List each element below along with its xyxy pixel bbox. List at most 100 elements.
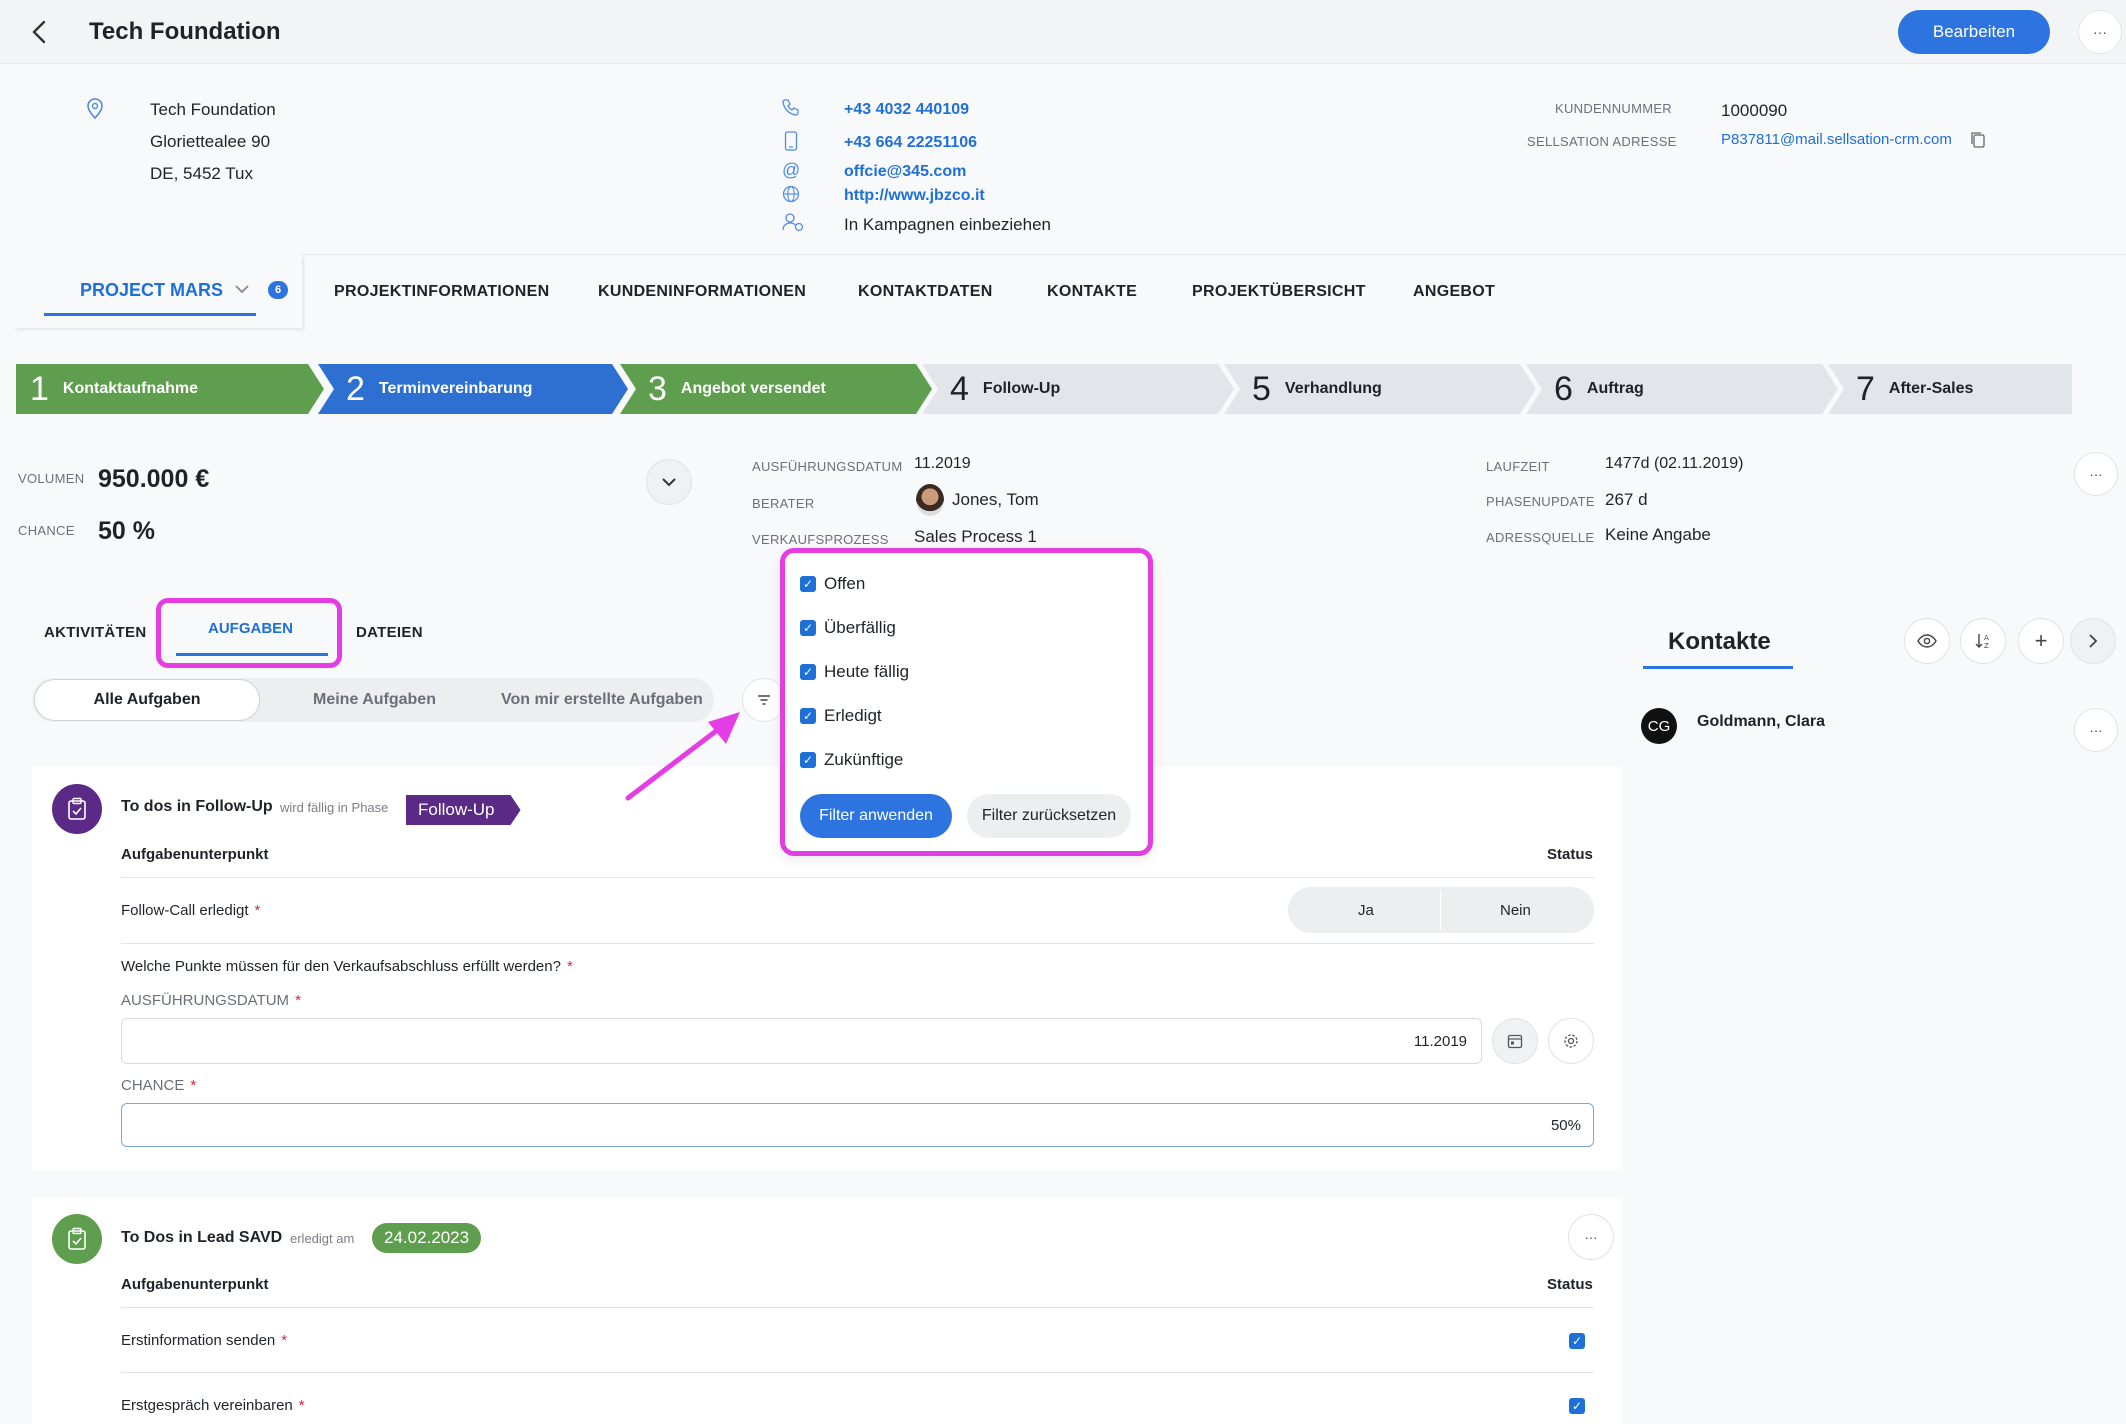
tab-projektuebersicht[interactable]: PROJEKTÜBERSICHT (1192, 283, 1366, 301)
address-line-1: Tech Foundation (150, 100, 276, 119)
sales-process-label: VERKAUFSPROZESS (752, 532, 889, 547)
globe-icon (782, 185, 800, 208)
tab-kontakte[interactable]: KONTAKTE (1047, 283, 1137, 301)
top-bar (0, 0, 2126, 64)
volume-value: 950.000 € (98, 465, 210, 493)
customer-number: 1000090 (1721, 101, 1788, 120)
stage-6[interactable]: 6 Auftrag (1526, 364, 1838, 414)
svg-text:A: A (1984, 634, 1989, 642)
stage-5[interactable]: 5 Verhandlung (1224, 364, 1536, 414)
stage-2-label: Terminvereinbarung (378, 380, 533, 397)
stage-6-label: Auftrag (1586, 380, 1644, 397)
chance-input-value: 50% (1550, 1117, 1581, 1134)
yes-no-toggle (1288, 887, 1594, 933)
subitem-row-2-text: Erstgespräch vereinbaren (121, 1397, 293, 1414)
stage-7[interactable]: 7 After-Sales (1828, 364, 2072, 414)
stage-2-number: 2 (346, 370, 365, 408)
more-button[interactable]: ··· (2078, 10, 2122, 54)
stage-2[interactable]: 2 Terminvereinbarung (318, 364, 628, 414)
campaign-user-icon (782, 212, 804, 237)
stage-4-label: Follow-Up (982, 380, 1061, 397)
chevron-right-icon (2089, 634, 2098, 648)
filter-ueberfaellig-label: Überfällig (824, 618, 896, 637)
tab-project-mars[interactable]: PROJECT MARS (44, 278, 256, 316)
stage-3-label: Angebot versendet (680, 380, 826, 397)
filter-ueberfaellig-checkbox[interactable]: ✓ (800, 620, 816, 636)
contact-more-button[interactable]: ··· (2074, 708, 2118, 752)
chance-field-label: CHANCE * (121, 1077, 197, 1094)
filter-heute-checkbox[interactable]: ✓ (800, 664, 816, 680)
email-link[interactable]: offcie@345.com (844, 163, 966, 181)
stage-7-number: 7 (1856, 370, 1875, 408)
svg-text:Z: Z (1984, 642, 1989, 650)
subitem-row-1-checkbox[interactable]: ✓ (1569, 1333, 1585, 1349)
edit-button[interactable]: Bearbeiten (1898, 10, 2050, 54)
stage-1[interactable]: 1 Kontaktaufnahme (16, 364, 324, 414)
filter-offen-label: Offen (824, 574, 866, 593)
tab-projektinformationen[interactable]: PROJEKTINFORMATIONEN (334, 283, 549, 301)
filter-erledigt-checkbox[interactable]: ✓ (800, 708, 816, 724)
website-link[interactable]: http://www.jbzco.it (844, 187, 985, 205)
view-button[interactable] (1904, 618, 1950, 664)
settings-button[interactable] (1548, 1018, 1594, 1064)
stage-4-number: 4 (950, 370, 969, 408)
task2-more-button[interactable]: ··· (1568, 1214, 1614, 1260)
chance-input[interactable]: 50% (121, 1103, 1594, 1147)
calendar-button[interactable] (1492, 1018, 1538, 1064)
segment-my-tasks[interactable]: Meine Aufgaben (313, 691, 436, 709)
stage-3[interactable]: 3 Angebot versendet (620, 364, 932, 414)
back-icon[interactable] (28, 18, 52, 46)
sort-button[interactable]: AZ (1960, 618, 2006, 664)
avatar (916, 484, 944, 516)
copy-icon[interactable] (1970, 131, 1986, 154)
segment-created-tasks[interactable]: Von mir erstellte Aufgaben (501, 691, 703, 709)
filter-offen-checkbox[interactable]: ✓ (800, 576, 816, 592)
clipboard-check-icon (68, 797, 86, 820)
summary-more-button[interactable]: ··· (2074, 452, 2118, 496)
filter-apply-button[interactable]: Filter anwenden (800, 794, 952, 838)
no-button[interactable]: Nein (1500, 902, 1531, 919)
filter-option-ueberfaellig[interactable]: ✓ Überfällig (800, 618, 896, 638)
task2-done-text: erledigt am (290, 1231, 355, 1246)
runtime-value: 1477d (02.11.2019) (1605, 455, 1744, 472)
campaign-text: In Kampagnen einbeziehen (844, 215, 1051, 234)
filter-option-zukuenftige[interactable]: ✓ Zukünftige (800, 750, 903, 770)
tab-kundeninformationen[interactable]: KUNDENINFORMATIONEN (598, 283, 806, 301)
expand-chevron-button[interactable] (646, 459, 692, 505)
filter-zukuenftige-checkbox[interactable]: ✓ (800, 752, 816, 768)
address-line-3: DE, 5452 Tux (150, 164, 254, 183)
chevron-down-icon[interactable] (234, 282, 250, 300)
segment-all-tasks[interactable]: Alle Aufgaben (34, 679, 260, 721)
filter-icon (758, 695, 770, 705)
subitem-row-2: Erstgespräch vereinbaren * (121, 1397, 305, 1414)
subitem-row-2-checkbox[interactable]: ✓ (1569, 1398, 1585, 1414)
chance-value: 50 % (98, 517, 155, 545)
chance-field-label-text: CHANCE (121, 1077, 185, 1094)
sellsation-address[interactable]: P837811@mail.sellsation-crm.com (1721, 131, 1952, 148)
contact-name[interactable]: Goldmann, Clara (1697, 713, 1825, 731)
filter-option-offen[interactable]: ✓ Offen (800, 574, 865, 594)
subitem-row-1: Erstinformation senden * (121, 1332, 288, 1349)
add-contact-button[interactable]: + (2018, 618, 2064, 664)
filter-reset-button[interactable]: Filter zurücksetzen (967, 794, 1131, 838)
date-input[interactable]: 11.2019 (121, 1018, 1482, 1064)
question-text: Welche Punkte müssen für den Verkaufsabs… (121, 958, 561, 975)
next-button[interactable] (2070, 618, 2116, 664)
task-icon-circle-done (52, 1214, 102, 1264)
divider (121, 1372, 1594, 1373)
tab-dateien[interactable]: DATEIEN (356, 624, 423, 641)
eye-icon (1917, 634, 1937, 648)
tab-kontaktdaten[interactable]: KONTAKTDATEN (858, 283, 993, 301)
phone-link[interactable]: +43 4032 440109 (844, 101, 969, 119)
advisor-value: Jones, Tom (952, 490, 1039, 509)
filter-option-heute-faellig[interactable]: ✓ Heute fällig (800, 662, 909, 682)
filter-zukuenftige-label: Zukünftige (824, 750, 904, 769)
mobile-link[interactable]: +43 664 22251106 (844, 134, 977, 152)
clipboard-check-icon (68, 1227, 86, 1250)
yes-button[interactable]: Ja (1358, 902, 1374, 919)
stage-4[interactable]: 4 Follow-Up (922, 364, 1234, 414)
tab-angebot[interactable]: ANGEBOT (1413, 283, 1495, 301)
divider (121, 1307, 1594, 1308)
filter-option-erledigt[interactable]: ✓ Erledigt (800, 706, 882, 726)
tab-aktivitaeten[interactable]: AKTIVITÄTEN (44, 624, 146, 641)
